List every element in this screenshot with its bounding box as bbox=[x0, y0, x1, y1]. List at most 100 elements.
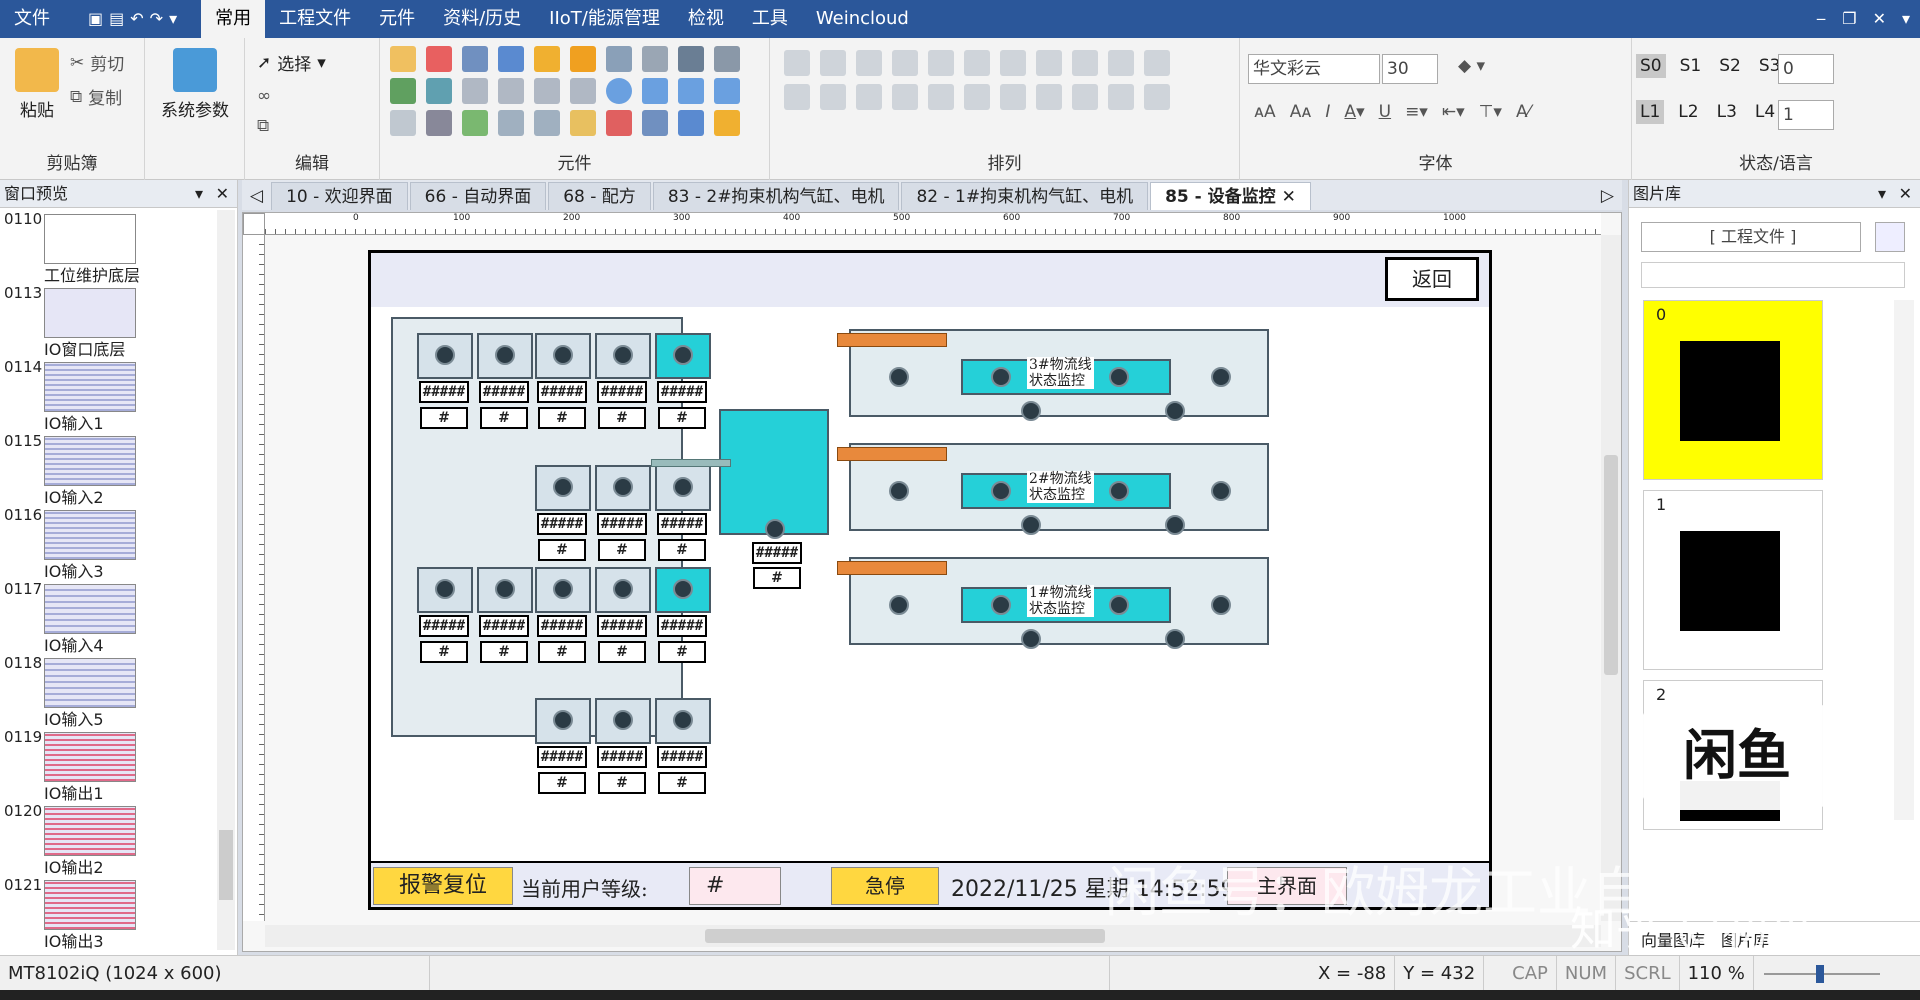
system-params-button[interactable]: 系统参数 bbox=[155, 48, 235, 121]
doc-tab[interactable]: 66 - 自动界面 bbox=[409, 182, 547, 210]
language-stepper[interactable]: 1 bbox=[1778, 100, 1834, 130]
close-icon[interactable]: ✕ bbox=[1873, 0, 1886, 38]
italic-icon[interactable]: I bbox=[1325, 102, 1330, 122]
tab-view[interactable]: 检视 bbox=[674, 0, 738, 38]
save-all-icon[interactable]: ▤ bbox=[109, 0, 124, 38]
tab-weincloud[interactable]: Weincloud bbox=[802, 0, 923, 38]
circle-icon[interactable] bbox=[606, 78, 632, 104]
arc-icon[interactable] bbox=[570, 78, 596, 104]
group-objects-button[interactable]: ∞ bbox=[257, 86, 271, 106]
grow-font-icon[interactable]: ᴀA bbox=[1254, 102, 1276, 122]
scrollbar-thumb[interactable] bbox=[1604, 455, 1618, 675]
vertical-scrollbar[interactable] bbox=[1601, 235, 1621, 921]
close-icon[interactable]: ✕ bbox=[1282, 187, 1296, 207]
bring-front-icon[interactable] bbox=[1072, 84, 1098, 110]
chevron-down-icon[interactable]: ▾ bbox=[1878, 180, 1886, 208]
scrollbar[interactable] bbox=[1894, 300, 1914, 820]
state-stepper[interactable]: 0 bbox=[1778, 54, 1834, 84]
arrow-icon[interactable] bbox=[1144, 84, 1170, 110]
picture-item[interactable]: 0 bbox=[1643, 300, 1823, 480]
keyboard-icon[interactable] bbox=[606, 46, 632, 72]
group-icon[interactable] bbox=[928, 84, 954, 110]
zoom-slider[interactable] bbox=[1754, 956, 1920, 991]
pie-icon[interactable] bbox=[642, 78, 668, 104]
frame-icon[interactable] bbox=[498, 110, 524, 136]
copy-button[interactable]: ⧉ 复制 bbox=[70, 84, 122, 110]
search-icon[interactable] bbox=[1875, 222, 1905, 252]
paste-button[interactable]: 粘贴 bbox=[12, 48, 62, 121]
set-bit-icon[interactable] bbox=[534, 46, 560, 72]
scrollbar-thumb[interactable] bbox=[705, 929, 1105, 943]
multi-state-icon[interactable] bbox=[606, 110, 632, 136]
select-button[interactable]: ➚ 选择 ▾ bbox=[257, 50, 326, 76]
main-screen-button[interactable]: 主界面 bbox=[1227, 867, 1347, 905]
distribute-h-icon[interactable] bbox=[1000, 50, 1026, 76]
align-left-icon[interactable] bbox=[784, 50, 810, 76]
picture-item[interactable]: 1 bbox=[1643, 490, 1823, 670]
counter-icon[interactable] bbox=[390, 78, 416, 104]
bit-lamp-icon[interactable] bbox=[390, 46, 416, 72]
lang-l3[interactable]: L3 bbox=[1713, 100, 1741, 124]
chevron-left-icon[interactable]: ◁ bbox=[242, 182, 271, 210]
numeric-icon[interactable] bbox=[462, 46, 488, 72]
font-name-select[interactable]: 华文彩云 bbox=[1248, 54, 1380, 84]
back-button[interactable]: 返回 bbox=[1385, 257, 1479, 301]
align-middle-icon[interactable] bbox=[928, 50, 954, 76]
doc-tab-active[interactable]: 85 - 设备监控 ✕ bbox=[1150, 182, 1311, 210]
scrollbar-thumb[interactable] bbox=[219, 830, 233, 900]
tab-iiot[interactable]: IIoT/能源管理 bbox=[535, 0, 674, 38]
grid-icon[interactable] bbox=[534, 110, 560, 136]
slider-icon[interactable] bbox=[678, 46, 704, 72]
pin-icon[interactable] bbox=[1000, 84, 1026, 110]
tab-picture-library[interactable]: 图片库 bbox=[1721, 927, 1769, 951]
redo-icon[interactable]: ↷ bbox=[150, 0, 163, 38]
minimize-icon[interactable]: ‒ bbox=[1816, 0, 1826, 38]
rectangle-icon[interactable] bbox=[678, 78, 704, 104]
ascii-icon[interactable] bbox=[426, 78, 452, 104]
numeric2-icon[interactable] bbox=[642, 110, 668, 136]
layer-icon[interactable] bbox=[1036, 84, 1062, 110]
state-s0[interactable]: S0 bbox=[1636, 54, 1666, 78]
center-icon[interactable] bbox=[856, 84, 882, 110]
doc-tab[interactable]: 83 - 2#拘束机构气缸、电机 bbox=[652, 182, 900, 210]
chevron-right-icon[interactable]: ▷ bbox=[1593, 182, 1622, 210]
editor-canvas[interactable]: 0 100 200 300 400 500 600 700 800 900 10… bbox=[242, 212, 1622, 952]
send-back-icon[interactable] bbox=[1108, 84, 1134, 110]
ungroup-icon[interactable] bbox=[964, 84, 990, 110]
trend-icon[interactable] bbox=[534, 78, 560, 104]
zoom-thumb[interactable] bbox=[1815, 964, 1824, 983]
scale-icon[interactable] bbox=[390, 110, 416, 136]
undo-icon[interactable]: ↶ bbox=[130, 0, 143, 38]
duplicate-button[interactable]: ⧉ bbox=[257, 116, 269, 136]
input2-icon[interactable] bbox=[678, 110, 704, 136]
menu-file[interactable]: 文件 bbox=[0, 0, 64, 38]
line-icon[interactable] bbox=[462, 78, 488, 104]
scrollbar[interactable] bbox=[217, 210, 235, 950]
shrink-font-icon[interactable]: Aᴀ bbox=[1290, 102, 1312, 122]
tab-data-history[interactable]: 资料/历史 bbox=[429, 0, 535, 38]
tab-elements[interactable]: 元件 bbox=[365, 0, 429, 38]
list-icon[interactable] bbox=[714, 46, 740, 72]
function-key-icon[interactable] bbox=[570, 46, 596, 72]
picture-icon[interactable] bbox=[462, 110, 488, 136]
cut-button[interactable]: ✂ 剪切 bbox=[70, 50, 124, 76]
tab-project-file[interactable]: 工程文件 bbox=[265, 0, 365, 38]
polyline-icon[interactable] bbox=[498, 78, 524, 104]
chevron-down-icon[interactable]: ▾ bbox=[195, 180, 203, 208]
flip-v-icon[interactable] bbox=[820, 84, 846, 110]
doc-tab[interactable]: 82 - 1#拘束机构气缸、电机 bbox=[901, 182, 1149, 210]
align-bottom-icon[interactable] bbox=[964, 50, 990, 76]
text-effect-icon[interactable]: A⁄ bbox=[1516, 102, 1530, 122]
filter-input[interactable] bbox=[1641, 262, 1905, 288]
state-s1[interactable]: S1 bbox=[1676, 54, 1706, 78]
close-icon[interactable]: ✕ bbox=[1899, 180, 1912, 208]
text-align-icon[interactable]: ≡▾ bbox=[1405, 102, 1428, 122]
doc-tab[interactable]: 10 - 欢迎界面 bbox=[271, 182, 408, 210]
underline-icon[interactable]: U bbox=[1379, 102, 1391, 122]
tab-vector-library[interactable]: 向量图库 bbox=[1641, 927, 1705, 951]
word-lamp-icon[interactable] bbox=[426, 46, 452, 72]
distribute-v-icon[interactable] bbox=[1036, 50, 1062, 76]
customize-icon[interactable]: ▾ bbox=[169, 0, 177, 38]
tab-tools[interactable]: 工具 bbox=[738, 0, 802, 38]
star-icon[interactable] bbox=[714, 78, 740, 104]
